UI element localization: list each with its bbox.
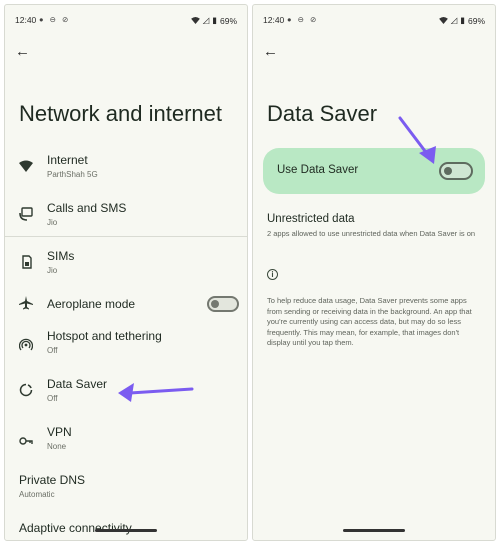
battery-icon: ▮ xyxy=(212,15,217,25)
divider xyxy=(5,236,247,237)
wifi-status-icon xyxy=(190,17,200,24)
wifi-icon xyxy=(19,160,33,172)
item-subtitle: Automatic xyxy=(19,490,55,499)
home-indicator xyxy=(95,529,157,532)
back-arrow-icon[interactable]: ← xyxy=(263,43,278,60)
page-title: Data Saver xyxy=(267,101,378,126)
wifi-status-icon xyxy=(438,17,448,24)
item-subtitle: Jio xyxy=(47,266,58,275)
item-subtitle: Jio xyxy=(47,218,58,227)
airplane-icon xyxy=(19,296,33,310)
info-icon: i xyxy=(267,269,278,280)
status-time: 12:40 xyxy=(15,15,37,25)
list-item-data-saver[interactable]: Data Saver Off xyxy=(5,377,247,411)
vpn-key-icon xyxy=(19,437,33,445)
data-saver-icon xyxy=(19,383,33,397)
data-saver-info-text: To help reduce data usage, Data Saver pr… xyxy=(267,296,472,347)
item-subtitle: Off xyxy=(47,394,58,403)
list-item-hotspot[interactable]: Hotspot and tethering Off xyxy=(5,329,247,363)
notification-icons: ● ⊖ ⊘ xyxy=(287,15,319,24)
aeroplane-mode-toggle[interactable] xyxy=(207,296,239,312)
sim-icon xyxy=(22,255,32,269)
data-saver-screen: 12:40 ● ⊖ ⊘ ◿ ▮ 69% ← Data Saver Use Dat… xyxy=(252,4,496,541)
item-title: Private DNS xyxy=(19,473,86,487)
item-title: Internet xyxy=(47,153,88,167)
list-item-vpn[interactable]: VPN None xyxy=(5,425,247,459)
item-title: Adaptive connectivity xyxy=(19,521,132,535)
status-bar: 12:40 ● ⊖ ⊘ ◿ ▮ 69% xyxy=(5,5,247,29)
toggle-knob xyxy=(211,300,219,308)
item-title: Data Saver xyxy=(47,377,108,391)
signal-icon: ◿ xyxy=(450,15,458,25)
item-title: VPN xyxy=(47,425,72,439)
battery-percent: 69% xyxy=(219,15,237,26)
list-item-internet[interactable]: Internet ParthShah 5G xyxy=(5,153,247,187)
use-data-saver-label: Use Data Saver xyxy=(277,164,359,176)
calls-sms-icon xyxy=(19,207,33,221)
network-settings-screen: 12:40 ● ⊖ ⊘ ◿ ▮ 69% ← Network and intern… xyxy=(4,4,248,541)
page-title: Network and internet xyxy=(19,101,222,126)
signal-icon: ◿ xyxy=(202,15,210,25)
item-title: Hotspot and tethering xyxy=(47,329,162,343)
item-subtitle: Off xyxy=(47,346,58,355)
status-bar: 12:40 ● ⊖ ⊘ ◿ ▮ 69% xyxy=(253,5,495,29)
system-icons: ◿ ▮ 69% xyxy=(190,15,237,26)
item-subtitle: ParthShah 5G xyxy=(47,170,98,179)
system-icons: ◿ ▮ 69% xyxy=(438,15,485,26)
list-item-private-dns[interactable]: Private DNS Automatic xyxy=(5,473,247,503)
list-item-sims[interactable]: SIMs Jio xyxy=(5,249,247,283)
item-subtitle: None xyxy=(47,442,67,451)
hotspot-icon xyxy=(19,338,33,351)
notification-icons: ● ⊖ ⊘ xyxy=(39,15,71,24)
item-title: SIMs xyxy=(47,249,75,263)
unrestricted-data-title[interactable]: Unrestricted data xyxy=(267,213,355,225)
use-data-saver-card[interactable]: Use Data Saver xyxy=(263,148,485,194)
toggle-knob xyxy=(444,167,452,175)
battery-icon: ▮ xyxy=(460,15,465,25)
item-title: Calls and SMS xyxy=(47,201,127,215)
use-data-saver-toggle[interactable] xyxy=(439,162,473,180)
list-item-aeroplane-mode[interactable]: Aeroplane mode xyxy=(5,292,247,316)
item-title: Aeroplane mode xyxy=(47,297,136,311)
unrestricted-data-description: 2 apps allowed to use unrestricted data … xyxy=(267,229,476,238)
back-arrow-icon[interactable]: ← xyxy=(15,43,30,60)
list-item-calls-sms[interactable]: Calls and SMS Jio xyxy=(5,201,247,235)
battery-percent: 69% xyxy=(467,15,485,26)
home-indicator xyxy=(343,529,405,532)
status-time: 12:40 xyxy=(263,15,285,25)
